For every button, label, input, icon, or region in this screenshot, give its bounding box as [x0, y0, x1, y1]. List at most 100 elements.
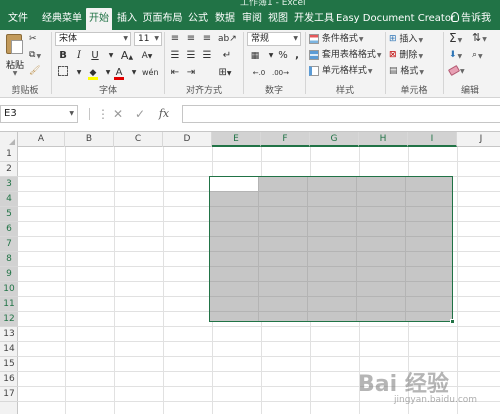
tab-home[interactable]: 开始 — [86, 8, 112, 30]
fill-button[interactable]: ⬇▼ — [449, 48, 462, 64]
phonetic-button[interactable]: wén — [142, 66, 159, 80]
conditional-formatting-button[interactable]: 条件格式▼ — [309, 32, 364, 47]
sort-filter-button[interactable]: ⇅▼ — [472, 31, 487, 47]
column-header-g[interactable]: G — [310, 132, 359, 147]
row-header-10[interactable]: 10 — [0, 282, 18, 297]
decrease-font-button[interactable]: A▼ — [140, 49, 154, 63]
align-right-button[interactable]: ☰ — [200, 49, 214, 63]
comma-button[interactable]: , — [290, 49, 304, 63]
clear-button[interactable]: ▼ — [447, 64, 465, 79]
number-format-select[interactable]: 常规 ▼ — [247, 32, 301, 46]
top-align-button[interactable]: ≡ — [168, 32, 182, 46]
tab-view[interactable]: 视图 — [265, 8, 291, 30]
increase-font-button[interactable]: A▲ — [120, 49, 134, 63]
font-color-button[interactable]: A — [112, 66, 126, 80]
borders-dropdown[interactable]: ▼ — [72, 66, 86, 80]
row-header-9[interactable]: 9 — [0, 267, 18, 282]
column-header-e[interactable]: E — [212, 132, 261, 147]
row-header-15[interactable]: 15 — [0, 357, 18, 372]
tell-me-box[interactable]: 告诉我 — [451, 8, 491, 30]
bottom-align-button[interactable]: ≡ — [200, 32, 214, 46]
cell-styles-button[interactable]: 单元格样式▼ — [309, 64, 373, 79]
insert-function-button[interactable]: fx — [156, 106, 172, 122]
column-header-j[interactable]: J — [457, 132, 500, 147]
align-center-button[interactable]: ☰ — [184, 49, 198, 63]
tab-easy-document-creator[interactable]: Easy Document Creator — [336, 8, 455, 30]
autosum-button[interactable]: Σ▼ — [449, 31, 462, 48]
row-header-8[interactable]: 8 — [0, 252, 18, 267]
fill-color-button[interactable]: ◆ — [86, 66, 100, 80]
row-header-7[interactable]: 7 — [0, 237, 18, 252]
row-header-12[interactable]: 12 — [0, 312, 18, 327]
underline-dropdown[interactable]: ▼ — [104, 49, 118, 63]
delete-cells-button[interactable]: ⊠ 删除▼ — [389, 48, 423, 64]
fill-handle[interactable] — [450, 319, 455, 324]
column-header-f[interactable]: F — [261, 132, 310, 147]
tab-review[interactable]: 审阅 — [239, 8, 265, 30]
selected-range[interactable] — [209, 176, 455, 324]
row-header-4[interactable]: 4 — [0, 192, 18, 207]
font-size-select[interactable]: 11 ▼ — [134, 32, 162, 46]
row-header-13[interactable]: 13 — [0, 327, 18, 342]
active-cell[interactable] — [210, 177, 258, 191]
accounting-format-button[interactable]: ▦ — [248, 49, 262, 63]
column-header-a[interactable]: A — [18, 132, 65, 147]
format-cells-button[interactable]: ▤ 格式▼ — [389, 64, 424, 80]
cancel-button[interactable]: ✕ — [110, 106, 126, 122]
percent-button[interactable]: % — [276, 49, 290, 63]
underline-button[interactable]: U — [88, 49, 102, 63]
column-header-b[interactable]: B — [65, 132, 114, 147]
wrap-text-button[interactable]: ↵ — [220, 49, 234, 63]
middle-align-button[interactable]: ≡ — [184, 32, 198, 46]
tab-classic-menu[interactable]: 经典菜单 — [37, 8, 87, 30]
align-left-button[interactable]: ☰ — [168, 49, 182, 63]
row-header-1[interactable]: 1 — [0, 147, 18, 162]
row-header-6[interactable]: 6 — [0, 222, 18, 237]
font-color-icon: A — [114, 67, 124, 80]
decrease-indent-button[interactable]: ⇤ — [168, 66, 182, 80]
row-header-17[interactable]: 17 — [0, 387, 18, 402]
cut-button[interactable]: ✂ — [29, 32, 37, 47]
find-select-button[interactable]: ⌕▼ — [472, 48, 483, 64]
italic-button[interactable]: I — [72, 49, 86, 63]
group-label-clipboard: 剪贴板 — [11, 86, 39, 96]
row-header-2[interactable]: 2 — [0, 162, 18, 177]
column-header-i[interactable]: I — [408, 132, 457, 147]
column-header-d[interactable]: D — [163, 132, 212, 147]
copy-button[interactable]: ⧉▼ — [29, 48, 41, 64]
format-as-table-button[interactable]: 套用表格格式▼ — [309, 48, 382, 63]
increase-indent-button[interactable]: ⇥ — [184, 66, 198, 80]
tab-page-layout[interactable]: 页面布局 — [141, 8, 184, 30]
tell-me-label: 告诉我 — [461, 13, 491, 24]
merge-center-button[interactable]: ⊞▼ — [218, 66, 232, 80]
tab-formulas[interactable]: 公式 — [185, 8, 211, 30]
font-color-dropdown[interactable]: ▼ — [127, 66, 141, 80]
row-header-14[interactable]: 14 — [0, 342, 18, 357]
font-name-select[interactable]: 宋体 ▼ — [55, 32, 131, 46]
row-header-5[interactable]: 5 — [0, 207, 18, 222]
row-header-16[interactable]: 16 — [0, 372, 18, 387]
formula-input[interactable] — [182, 105, 500, 123]
tab-file[interactable]: 文件 — [5, 8, 31, 30]
format-painter-button[interactable]: 🖌 — [29, 64, 40, 79]
orientation-button[interactable]: ab↗ — [218, 32, 237, 46]
row-header-3[interactable]: 3 — [0, 177, 18, 192]
name-box[interactable]: E3 ▼ — [0, 105, 78, 123]
tab-developer[interactable]: 开发工具 — [292, 8, 336, 30]
borders-button[interactable] — [56, 66, 70, 80]
paste-button[interactable]: 粘贴 ▼ — [2, 32, 26, 78]
column-header-c[interactable]: C — [114, 132, 163, 147]
insert-cells-button[interactable]: ⊞ 插入▼ — [389, 32, 423, 48]
increase-decimal-button[interactable]: ←.0 — [252, 66, 266, 80]
select-all-button[interactable] — [0, 132, 18, 147]
enter-button[interactable]: ✓ — [132, 106, 148, 122]
row-header-11[interactable]: 11 — [0, 297, 18, 312]
decrease-decimal-button[interactable]: .00→ — [272, 66, 289, 80]
column-header-h[interactable]: H — [359, 132, 408, 147]
baidu-watermark: Bai 经验 jingyan.baidu.com — [358, 366, 498, 412]
tab-data[interactable]: 数据 — [212, 8, 238, 30]
tab-insert[interactable]: 插入 — [114, 8, 140, 30]
ribbon-tab-bar: 文件 经典菜单 开始 插入 页面布局 公式 数据 审阅 视图 开发工具 Easy… — [0, 8, 500, 30]
selection-gridline — [210, 281, 452, 282]
bold-button[interactable]: B — [56, 49, 70, 63]
